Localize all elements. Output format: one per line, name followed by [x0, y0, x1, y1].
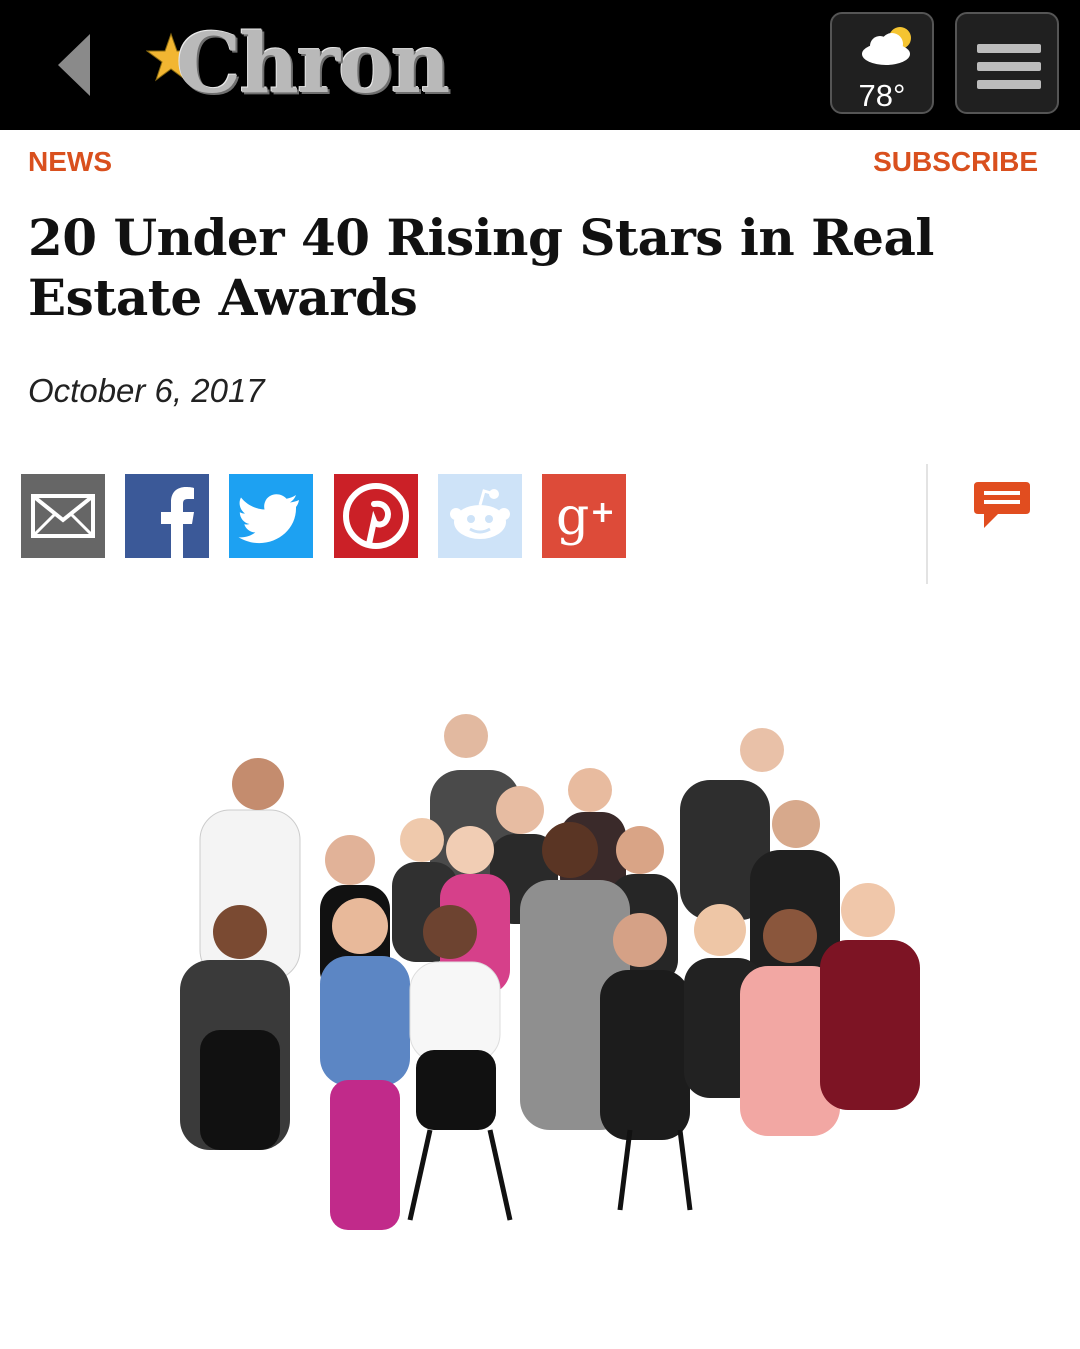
article-date: October 6, 2017: [28, 372, 265, 409]
share-reddit-button[interactable]: [438, 474, 522, 558]
top-bar: Chron 78°: [0, 0, 1080, 130]
svg-text:+: +: [590, 495, 615, 530]
share-email-button[interactable]: [21, 474, 105, 558]
article-headline: 20 Under 40 Rising Stars in Real Estate …: [28, 208, 934, 327]
share-twitter-button[interactable]: [229, 474, 313, 558]
share-google-plus-button[interactable]: g +: [542, 474, 626, 558]
share-pinterest-button[interactable]: [334, 474, 418, 558]
reddit-alien-icon: [438, 474, 522, 558]
twitter-bird-icon: [229, 474, 313, 558]
envelope-icon: [21, 474, 105, 558]
weather-button[interactable]: 78°: [830, 12, 934, 114]
svg-text:g: g: [556, 487, 589, 547]
back-button[interactable]: [52, 30, 100, 100]
google-plus-icon: g +: [542, 474, 626, 558]
menu-button[interactable]: [955, 12, 1059, 114]
article-photo: [180, 714, 920, 1230]
share-divider: [926, 464, 928, 584]
logo-text: Chron: [176, 16, 450, 112]
comments-button[interactable]: [972, 478, 1032, 534]
nav-news-link[interactable]: NEWS: [28, 146, 112, 178]
chron-logo[interactable]: Chron: [146, 16, 486, 112]
facebook-icon: [125, 474, 209, 558]
pinterest-icon: [334, 474, 418, 558]
back-arrow-icon: [58, 34, 90, 96]
comment-bubble-icon: [974, 482, 1030, 528]
partly-cloudy-icon: [862, 27, 911, 65]
share-facebook-button[interactable]: [125, 474, 209, 558]
weather-temperature: 78°: [858, 78, 906, 113]
subscribe-link[interactable]: SUBSCRIBE: [873, 146, 1038, 178]
